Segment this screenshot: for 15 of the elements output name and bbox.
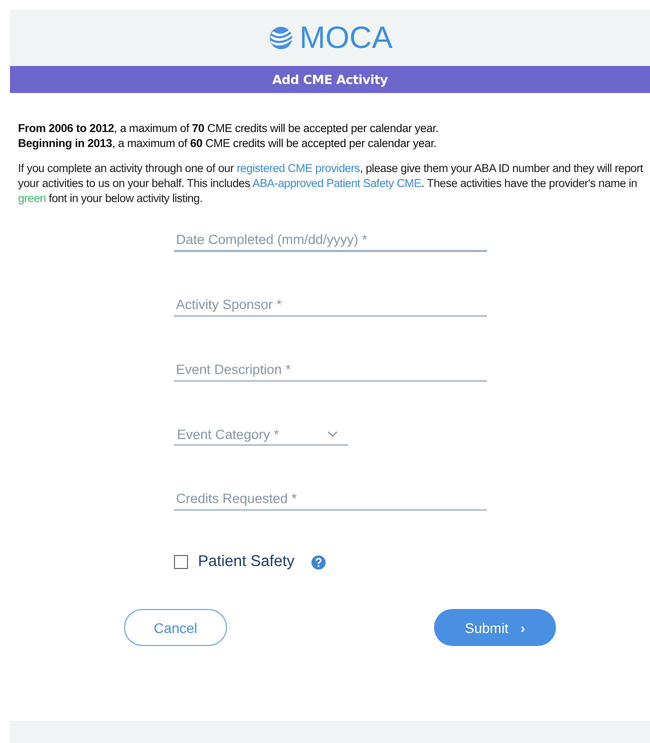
cancel-button[interactable]: Cancel [124, 609, 227, 646]
credit-limit-text: Beginning in 2013, a maximum of 60 CME credits will be accepted per calendar year. [18, 137, 438, 152]
help-icon[interactable] [310, 554, 326, 570]
title-bar: Add CME Activity [10, 66, 650, 93]
checkbox[interactable] [174, 555, 188, 569]
logo-text: MOCA [300, 20, 392, 56]
link[interactable]: ABA-approved Patient Safety CME [252, 178, 422, 190]
info-paragraph: If you complete an activity through one of our registered CME providers, please give them your ABA ID number and they will report your activities to us on your behalf. This includes ABA-approved Patient Safety CME. These activities have the provider's name in green font in your below activity listing. [18, 162, 644, 207]
logo-icon [268, 25, 294, 51]
dropdown[interactable]: Event Category * [174, 424, 348, 446]
credit-limit-text: From 2006 to 2012, a maximum of 70 CME credits will be accepted per calendar year. [18, 122, 440, 137]
submit-button[interactable]: Submit › [434, 609, 556, 646]
checkbox-label: Patient Safety [198, 553, 295, 571]
chevron-down-icon [327, 431, 338, 438]
link[interactable]: registered CME providers [236, 163, 360, 175]
